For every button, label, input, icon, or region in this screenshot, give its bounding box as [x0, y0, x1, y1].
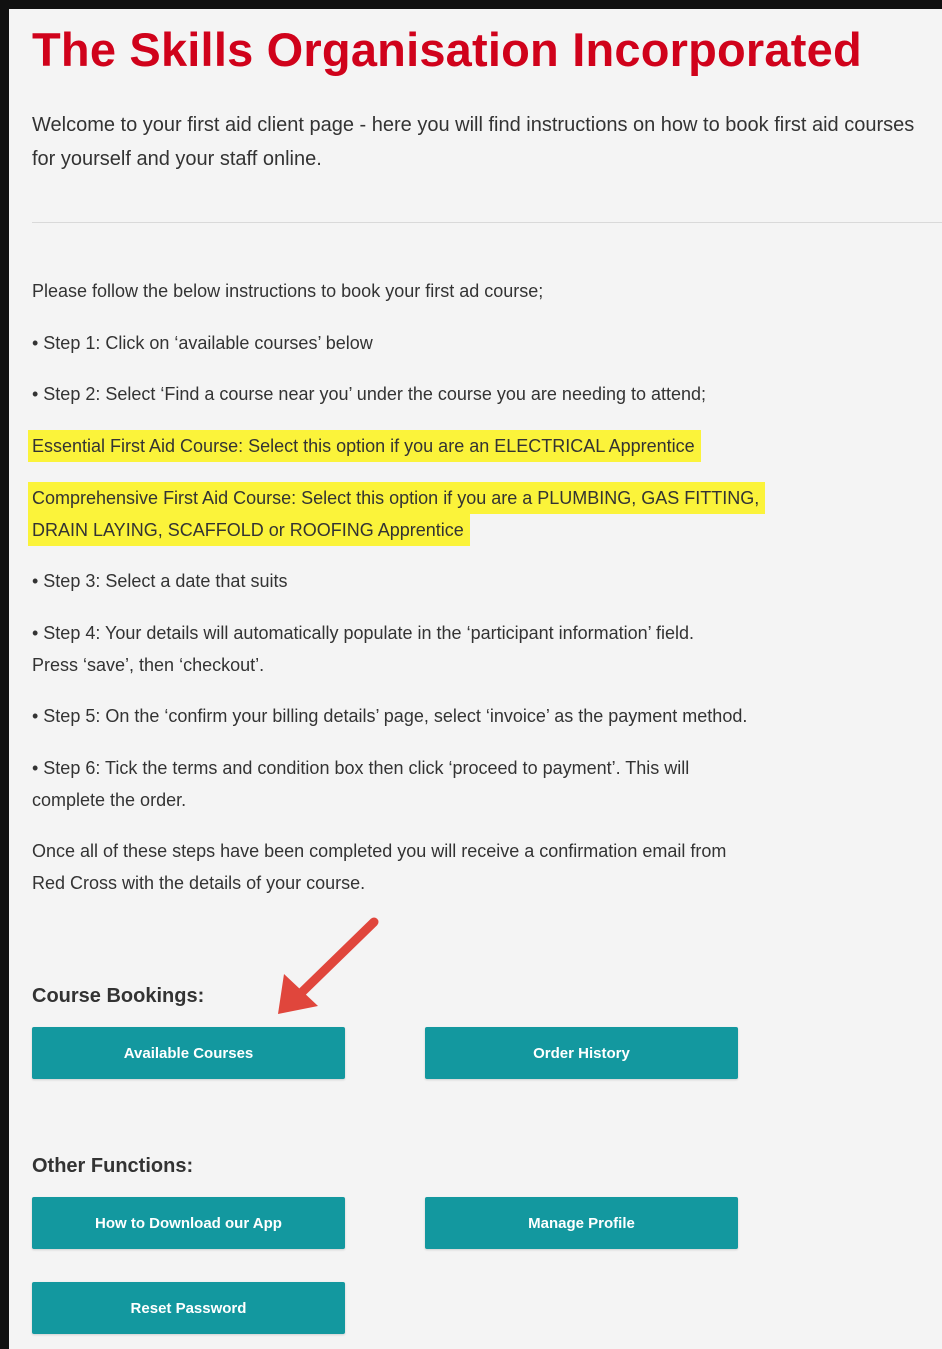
closing-text-line2: Red Cross with the details of your cours…	[32, 873, 366, 893]
step-2-text: • Step 2: Select ‘Find a course near you…	[32, 384, 707, 404]
other-functions-heading: Other Functions:	[32, 1155, 194, 1177]
step-4-text-line1: • Step 4: Your details will automaticall…	[32, 623, 695, 643]
manage-profile-button[interactable]: Manage Profile	[425, 1197, 738, 1249]
welcome-text: Welcome to your first aid client page - …	[32, 114, 915, 170]
step-1-text: • Step 1: Click on ‘available courses’ b…	[32, 333, 373, 353]
comprehensive-course-highlight-line1: Comprehensive First Aid Course: Select t…	[28, 482, 766, 514]
available-courses-button[interactable]: Available Courses	[32, 1027, 345, 1079]
instructions-intro: Please follow the below instructions to …	[32, 281, 544, 301]
step-3-text: • Step 3: Select a date that suits	[32, 571, 288, 591]
pointer-arrow-icon	[278, 917, 379, 1014]
reset-password-button[interactable]: Reset Password	[32, 1282, 345, 1334]
order-history-button[interactable]: Order History	[425, 1027, 738, 1079]
step-6-text-line2: complete the order.	[32, 790, 187, 810]
comprehensive-course-highlight-line2: DRAIN LAYING, SCAFFOLD or ROOFING Appren…	[28, 514, 470, 546]
essential-course-highlight: Essential First Aid Course: Select this …	[28, 430, 701, 462]
course-bookings-heading: Course Bookings:	[32, 985, 205, 1007]
download-app-button[interactable]: How to Download our App	[32, 1197, 345, 1249]
step-4-text-line2: Press ‘save’, then ‘checkout’.	[32, 655, 265, 675]
closing-text-line1: Once all of these steps have been comple…	[32, 841, 727, 861]
divider	[32, 222, 942, 223]
step-5-text: • Step 5: On the ‘confirm your billing d…	[32, 706, 748, 726]
step-6-text-line1: • Step 6: Tick the terms and condition b…	[32, 758, 690, 778]
page-title: The Skills Organisation Incorporated	[32, 23, 862, 76]
